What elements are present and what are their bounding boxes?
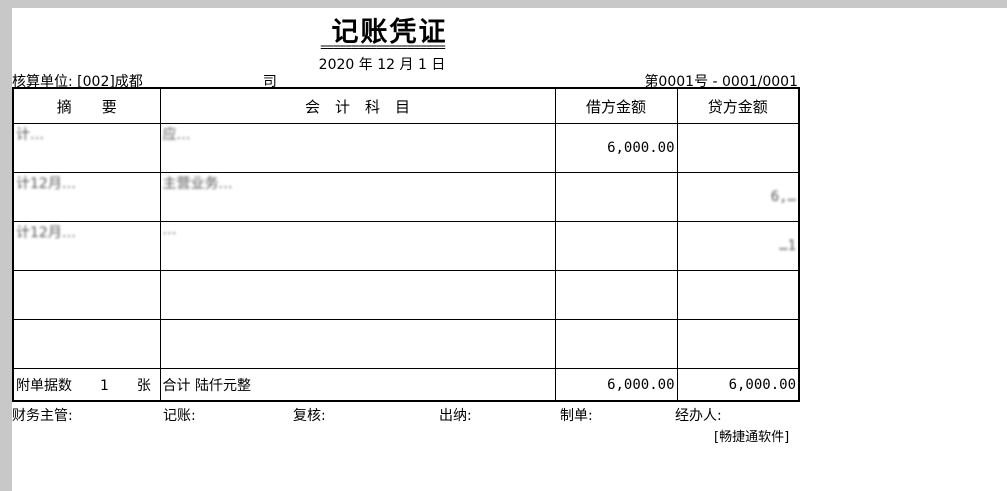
table-row: 计12月… … …1 [12, 221, 800, 271]
row-credit [676, 270, 800, 320]
year-label: 年 [358, 57, 373, 73]
row-summary: 计12月… [12, 172, 161, 222]
header-account: 会 计 科 目 [159, 87, 556, 124]
voucher-date: 2020 年 12 月 1 日 [282, 54, 482, 74]
title-underline: ==================== [320, 40, 446, 54]
row-debit: 6,000.00 [554, 123, 678, 173]
row-credit [676, 319, 800, 369]
table-row [12, 319, 800, 369]
row-summary [12, 270, 161, 320]
cashier-label: 出纳: [439, 408, 472, 424]
header-summary: 摘 要 [12, 87, 161, 124]
date-month: 12 [377, 57, 396, 73]
header-debit: 借方金额 [554, 87, 678, 124]
row-account [159, 319, 556, 369]
credit-total: 6,000.00 [676, 368, 800, 402]
header-credit: 贷方金额 [676, 87, 800, 124]
date-year: 2020 [318, 57, 355, 73]
table-header-row: 摘 要 会 计 科 目 借方金额 贷方金额 [12, 87, 800, 124]
handler-label: 经办人: [675, 408, 722, 424]
table-footer-row: 附单据数 1 张 合计 陆仟元整 6,000.00 6,000.00 [12, 368, 800, 402]
row-credit: …1 [676, 221, 800, 271]
table-row: 计12月… 主营业务… 6,… [12, 172, 800, 222]
voucher-page: 记账凭证 ==================== 2020 年 12 月 1 … [12, 8, 1007, 491]
row-summary [12, 319, 161, 369]
supervisor-label: 财务主管: [12, 408, 73, 424]
debit-total: 6,000.00 [554, 368, 678, 402]
row-account: 应… [159, 123, 556, 173]
reviewer-label: 复核: [293, 408, 326, 424]
table-row [12, 270, 800, 320]
table-row: 计… 应… 6,000.00 [12, 123, 800, 173]
software-brand: [畅捷通软件] [714, 430, 790, 445]
date-day: 1 [417, 57, 427, 73]
attachment-count: 附单据数 1 张 [12, 368, 161, 402]
row-account: 主营业务… [159, 172, 556, 222]
row-summary: 计… [12, 123, 161, 173]
row-credit [676, 123, 800, 173]
row-debit [554, 172, 678, 222]
month-label: 月 [399, 57, 414, 73]
day-label: 日 [431, 57, 446, 73]
row-debit [554, 270, 678, 320]
row-account: … [159, 221, 556, 271]
row-account [159, 270, 556, 320]
bookkeeper-label: 记账: [163, 408, 196, 424]
voucher-table: 摘 要 会 计 科 目 借方金额 贷方金额 计… 应… 6,000.00 计12… [12, 87, 800, 402]
row-debit [554, 221, 678, 271]
row-summary: 计12月… [12, 221, 161, 271]
preparer-label: 制单: [560, 408, 593, 424]
row-debit [554, 319, 678, 369]
total-in-words: 合计 陆仟元整 [159, 368, 556, 402]
row-credit: 6,… [676, 172, 800, 222]
